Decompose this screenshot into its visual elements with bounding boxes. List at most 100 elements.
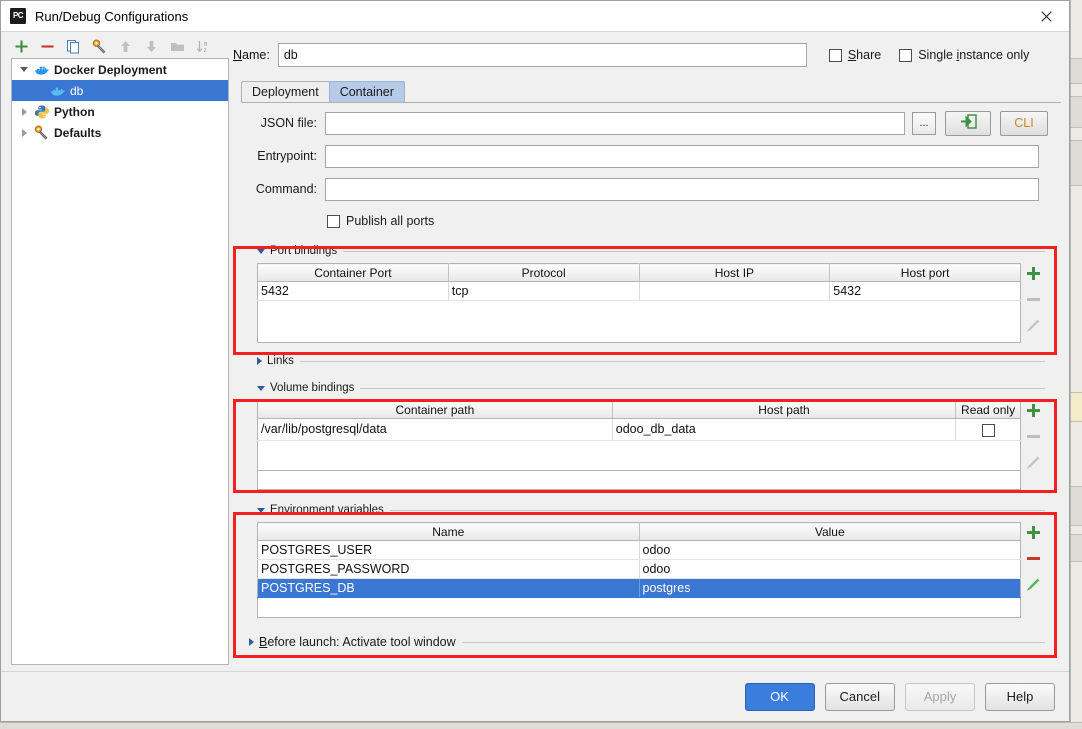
share-checkbox[interactable]: Share	[828, 48, 881, 62]
import-configuration-button[interactable]	[945, 110, 991, 136]
chevron-right-icon[interactable]	[249, 638, 254, 646]
ok-button[interactable]: OK	[744, 682, 815, 711]
single-instance-only-checkbox[interactable]: Single instance only	[899, 48, 1029, 62]
environment-variables-table[interactable]: Name Value POSTGRES_USER odoo POSTGRES_P…	[257, 522, 1021, 618]
configurations-tree[interactable]: Docker Deployment db Python Defaults	[11, 58, 229, 665]
table-row[interactable]: POSTGRES_DB postgres	[257, 578, 1021, 598]
tab-deployment[interactable]: Deployment	[241, 81, 330, 102]
single-instance-only-checkbox-box[interactable]	[899, 48, 913, 62]
table-header-row: Container path Host path Read only	[257, 400, 1021, 419]
cell-container-path[interactable]: /var/lib/postgresql/data	[257, 418, 613, 441]
chevron-right-icon[interactable]	[16, 104, 32, 120]
chevron-down-icon[interactable]	[257, 248, 265, 254]
column-header-protocol[interactable]: Protocol	[448, 263, 640, 282]
pycharm-icon: PC	[10, 8, 26, 24]
publish-all-ports-checkbox-box[interactable]	[327, 214, 340, 228]
table-row[interactable]: /var/lib/postgresql/data odoo_db_data	[257, 418, 1021, 441]
table-row[interactable]: POSTGRES_USER odoo	[257, 540, 1021, 560]
pencil-icon	[1026, 319, 1040, 332]
volume-bindings-table[interactable]: Container path Host path Read only /var/…	[257, 400, 1021, 471]
read-only-checkbox[interactable]	[981, 423, 995, 437]
tree-item-python[interactable]: Python	[12, 101, 228, 122]
move-down-button[interactable]	[141, 36, 161, 56]
help-button[interactable]: Help	[985, 682, 1055, 711]
edit-defaults-wrench-icon[interactable]	[89, 36, 109, 56]
json-file-input[interactable]	[325, 111, 905, 135]
tree-item-defaults[interactable]: Defaults	[12, 122, 228, 143]
add-volume-binding-button[interactable]	[1024, 402, 1042, 419]
json-file-row: JSON file: ... CLI	[241, 110, 1061, 136]
links-header[interactable]: Links	[257, 353, 1045, 369]
add-port-binding-button[interactable]	[1024, 265, 1042, 282]
column-header-host-port[interactable]: Host port	[829, 263, 1021, 282]
cell-env-name[interactable]: POSTGRES_USER	[257, 540, 640, 560]
container-tab-panel: JSON file: ... CLI Entrypoint: Command: …	[233, 102, 1061, 671]
move-up-button[interactable]	[115, 36, 135, 56]
entrypoint-input[interactable]	[325, 144, 1039, 168]
column-header-container-port[interactable]: Container Port	[257, 263, 449, 282]
docker-icon	[50, 83, 66, 99]
share-checkbox-box[interactable]	[828, 48, 842, 62]
tab-container[interactable]: Container	[328, 81, 405, 102]
name-input[interactable]: db	[277, 43, 807, 67]
column-header-host-ip[interactable]: Host IP	[639, 263, 831, 282]
svg-text:z: z	[203, 47, 206, 54]
cell-env-value[interactable]: postgres	[639, 578, 1021, 598]
before-launch-header[interactable]: Before launch: Activate tool window	[249, 634, 1045, 650]
copy-configuration-button[interactable]	[63, 36, 83, 56]
command-label: Command:	[255, 182, 317, 196]
column-header-container-path[interactable]: Container path	[257, 400, 613, 419]
environment-variables-buttons	[1021, 522, 1045, 618]
edit-port-binding-button[interactable]	[1024, 317, 1042, 334]
dialog-button-bar: OK Cancel Apply Help	[1, 671, 1069, 721]
cell-protocol[interactable]: tcp	[448, 281, 640, 301]
cancel-button[interactable]: Cancel	[824, 682, 895, 711]
remove-port-binding-button[interactable]	[1024, 291, 1042, 308]
cell-env-value[interactable]: odoo	[639, 559, 1021, 579]
tree-item-db[interactable]: db	[12, 80, 228, 101]
cell-host-ip[interactable]	[639, 281, 831, 301]
chevron-down-icon[interactable]	[16, 62, 32, 78]
edit-volume-binding-button[interactable]	[1024, 454, 1042, 471]
column-header-read-only[interactable]: Read only	[955, 400, 1021, 419]
add-environment-variable-button[interactable]	[1024, 524, 1042, 541]
table-row[interactable]: POSTGRES_PASSWORD odoo	[257, 559, 1021, 579]
cell-env-name[interactable]: POSTGRES_DB	[257, 578, 640, 598]
close-icon[interactable]	[1023, 1, 1069, 32]
apply-button[interactable]: Apply	[905, 682, 975, 711]
remove-configuration-button[interactable]	[37, 36, 57, 56]
tree-item-docker-deployment[interactable]: Docker Deployment	[12, 59, 228, 80]
plus-icon	[1026, 526, 1040, 539]
cell-container-port[interactable]: 5432	[257, 281, 449, 301]
cell-host-port[interactable]: 5432	[829, 281, 1021, 301]
add-configuration-button[interactable]	[11, 36, 31, 56]
cell-host-path[interactable]: odoo_db_data	[612, 418, 957, 441]
publish-all-ports-checkbox[interactable]: Publish all ports	[241, 210, 1061, 232]
environment-variables-header[interactable]: Environment variables	[257, 502, 1045, 518]
chevron-down-icon[interactable]	[257, 507, 265, 513]
configuration-editor-pane: Name: db Share Single instance only Depl…	[233, 32, 1069, 671]
table-row[interactable]: 5432 tcp 5432	[257, 281, 1021, 301]
chevron-right-icon[interactable]	[16, 125, 32, 141]
chevron-right-icon[interactable]	[257, 357, 262, 365]
new-folder-button[interactable]	[167, 36, 187, 56]
sort-az-icon[interactable]: a z	[193, 36, 213, 56]
port-bindings-table[interactable]: Container Port Protocol Host IP Host por…	[257, 263, 1021, 343]
cell-env-name[interactable]: POSTGRES_PASSWORD	[257, 559, 640, 579]
browse-json-file-button[interactable]: ...	[912, 111, 936, 135]
volume-bindings-header[interactable]: Volume bindings	[257, 380, 1045, 396]
remove-volume-binding-button[interactable]	[1024, 428, 1042, 445]
cli-button[interactable]: CLI	[1000, 110, 1048, 136]
command-input[interactable]	[325, 177, 1039, 201]
column-header-host-path[interactable]: Host path	[612, 400, 957, 419]
before-launch-section: Before launch: Activate tool window	[249, 634, 1045, 650]
cell-read-only[interactable]	[955, 418, 1021, 441]
column-header-value[interactable]: Value	[639, 522, 1021, 541]
chevron-down-icon[interactable]	[257, 385, 265, 391]
column-header-name[interactable]: Name	[257, 522, 640, 541]
port-bindings-header[interactable]: Port bindings	[257, 243, 1045, 259]
cell-env-value[interactable]: odoo	[639, 540, 1021, 560]
remove-environment-variable-button[interactable]	[1024, 550, 1042, 567]
table-empty-area	[258, 440, 1021, 470]
edit-environment-variable-button[interactable]	[1024, 576, 1042, 593]
